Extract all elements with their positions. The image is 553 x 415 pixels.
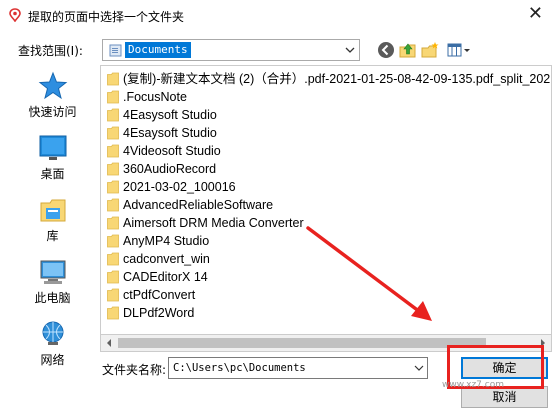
- folder-name-field[interactable]: [168, 357, 428, 379]
- scroll-left-icon[interactable]: [105, 339, 113, 347]
- list-item[interactable]: ctPdfConvert: [107, 287, 195, 304]
- folder-icon: [107, 270, 119, 284]
- folder-name: 2021-03-02_100016: [123, 180, 236, 194]
- folder-icon: [107, 180, 119, 194]
- list-item[interactable]: 4Esaysoft Studio: [107, 125, 217, 142]
- library-icon: [40, 199, 65, 222]
- view-menu-icon[interactable]: [446, 40, 472, 60]
- list-item[interactable]: 4Easysoft Studio: [107, 107, 217, 124]
- folder-name: .FocusNote: [123, 90, 187, 104]
- folder-icon: [107, 252, 119, 266]
- places-bar: 快速访问 桌面 库 此电脑 网络: [10, 65, 95, 372]
- folder-icon: [107, 108, 119, 122]
- list-item[interactable]: 4Videosoft Studio: [107, 143, 221, 160]
- folder-name: DLPdf2Word: [123, 306, 195, 320]
- horizontal-scrollbar[interactable]: [100, 335, 552, 352]
- folder-name: 4Easysoft Studio: [123, 108, 217, 122]
- list-item[interactable]: (复制)-新建文本文档 (2)（合并）.pdf-2021-01-25-08-42…: [107, 71, 550, 88]
- new-folder-icon[interactable]: [420, 40, 440, 60]
- place-library[interactable]: 库: [10, 195, 95, 244]
- place-quick-access[interactable]: 快速访问: [10, 71, 95, 120]
- place-label: 库: [46, 229, 59, 243]
- look-in-dropdown[interactable]: Documents: [102, 39, 360, 61]
- folder-name-input[interactable]: [169, 358, 409, 378]
- list-item[interactable]: cadconvert_win: [107, 251, 210, 268]
- watermark: www.xz7.com: [442, 380, 504, 390]
- folder-name: AnyMP4 Studio: [123, 234, 210, 248]
- back-icon[interactable]: [376, 40, 396, 60]
- star-icon: [38, 71, 67, 100]
- list-item[interactable]: DLPdf2Word: [107, 305, 194, 322]
- pdf-app-icon: [9, 8, 21, 22]
- title-bar: 提取的页面中选择一个文件夹 ✕: [0, 0, 553, 31]
- look-in-value: Documents: [125, 42, 191, 58]
- folder-icon: [107, 162, 119, 176]
- computer-icon: [40, 260, 65, 284]
- folder-name: cadconvert_win: [123, 252, 210, 266]
- ok-button[interactable]: 确定: [461, 357, 548, 379]
- list-item[interactable]: AnyMP4 Studio: [107, 233, 209, 250]
- folder-icon: [107, 288, 119, 302]
- list-item[interactable]: CADEditorX 14: [107, 269, 208, 286]
- look-in-label: 查找范围(I):: [18, 44, 83, 58]
- list-item[interactable]: Aimersoft DRM Media Converter: [107, 215, 304, 232]
- folder-name: 4Videosoft Studio: [123, 144, 221, 158]
- place-network[interactable]: 网络: [10, 319, 95, 368]
- folder-icon: [107, 216, 119, 230]
- up-folder-icon[interactable]: [398, 40, 418, 60]
- place-this-pc[interactable]: 此电脑: [10, 257, 95, 306]
- folder-icon: [107, 72, 119, 86]
- folder-name: 360AudioRecord: [123, 162, 217, 176]
- chevron-down-icon[interactable]: [414, 364, 424, 372]
- desktop-icon: [39, 135, 66, 160]
- documents-folder-icon: [109, 44, 122, 57]
- folder-name: ctPdfConvert: [123, 288, 196, 302]
- folder-icon: [107, 144, 119, 158]
- folder-name: Aimersoft DRM Media Converter: [123, 216, 304, 230]
- list-item[interactable]: .FocusNote: [107, 89, 187, 106]
- folder-icon: [107, 198, 119, 212]
- folder-icon: [107, 126, 119, 140]
- network-icon: [42, 321, 63, 345]
- folder-icon: [107, 90, 119, 104]
- list-item[interactable]: 2021-03-02_100016: [107, 179, 236, 196]
- folder-icon: [107, 234, 119, 248]
- folder-list[interactable]: (复制)-新建文本文档 (2)（合并）.pdf-2021-01-25-08-42…: [100, 65, 552, 335]
- place-label: 网络: [40, 353, 65, 367]
- close-icon[interactable]: ✕: [528, 3, 543, 25]
- window-title: 提取的页面中选择一个文件夹: [28, 10, 185, 24]
- scroll-right-icon[interactable]: [539, 339, 547, 347]
- folder-name-label: 文件夹名称:: [102, 363, 167, 377]
- list-item[interactable]: 360AudioRecord: [107, 161, 216, 178]
- folder-name: (复制)-新建文本文档 (2)（合并）.pdf-2021-01-25-08-42…: [123, 72, 551, 86]
- place-desktop[interactable]: 桌面: [10, 133, 95, 182]
- folder-icon: [107, 306, 119, 320]
- scrollbar-thumb[interactable]: [118, 338, 486, 348]
- folder-name: 4Esaysoft Studio: [123, 126, 217, 140]
- place-label: 此电脑: [34, 291, 71, 305]
- folder-name: CADEditorX 14: [123, 270, 208, 284]
- chevron-down-icon[interactable]: [345, 45, 355, 55]
- list-item[interactable]: AdvancedReliableSoftware: [107, 197, 273, 214]
- folder-name: AdvancedReliableSoftware: [123, 198, 274, 212]
- place-label: 桌面: [40, 167, 65, 181]
- place-label: 快速访问: [28, 105, 77, 119]
